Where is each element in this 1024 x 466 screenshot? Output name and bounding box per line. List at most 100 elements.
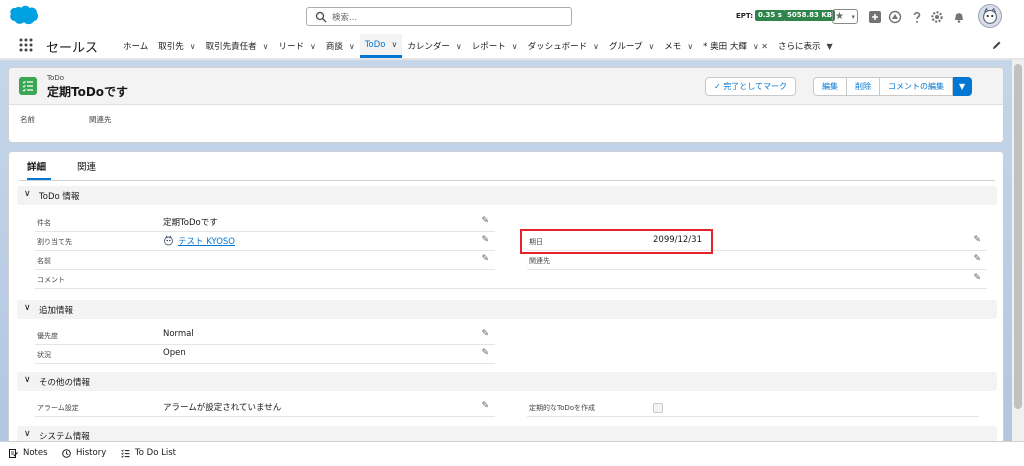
- field-comment: コメント ✎: [35, 270, 987, 289]
- notifications-bell-icon[interactable]: [952, 10, 966, 24]
- favorites-button[interactable]: ★ ▾: [832, 9, 858, 24]
- chevron-down-icon: ∨: [24, 375, 31, 385]
- chevron-down-icon[interactable]: ∨: [391, 40, 397, 49]
- chevron-down-icon[interactable]: ∨: [349, 42, 355, 51]
- nav-item-calendar[interactable]: カレンダー ∨: [402, 34, 466, 58]
- trailhead-icon[interactable]: [888, 10, 902, 24]
- chevron-down-icon[interactable]: ∨: [456, 42, 462, 51]
- help-icon[interactable]: [910, 10, 924, 24]
- nav-item-notes[interactable]: メモ ∨: [659, 34, 698, 58]
- scrollbar-thumb[interactable]: [1014, 64, 1022, 409]
- page-scrollbar[interactable]: [1012, 60, 1024, 441]
- chevron-down-icon: ∨: [24, 189, 31, 199]
- chevron-down-icon[interactable]: ∨: [512, 42, 518, 51]
- nav-item-label: 取引先: [158, 42, 184, 52]
- nav-item-label: ホーム: [123, 42, 149, 52]
- nav-item-label: さらに表示: [777, 42, 821, 52]
- pencil-edit-icon[interactable]: ✎: [481, 348, 489, 358]
- chevron-down-icon[interactable]: ∨: [310, 42, 316, 51]
- notes-icon: [9, 448, 18, 458]
- chevron-down-icon[interactable]: ∨: [648, 42, 654, 51]
- record-header: ToDo 定期ToDoです ✓ 完了としてマーク 編集 削除 コメントの編集 ▼…: [8, 67, 1004, 143]
- chevron-down-icon[interactable]: ∨: [263, 42, 269, 51]
- mark-complete-button[interactable]: ✓ 完了としてマーク: [705, 77, 797, 96]
- nav-item-label: レポート: [471, 42, 506, 52]
- chevron-down-icon[interactable]: ∨: [593, 42, 599, 51]
- ept-label: EPT:: [736, 12, 754, 20]
- edit-nav-pencil-icon[interactable]: [992, 40, 1002, 50]
- utility-bar: Notes History To Do List: [0, 441, 1024, 466]
- highlight-related-label: 関連先: [89, 115, 112, 124]
- nav-item-more[interactable]: さらに表示 ▼: [773, 34, 838, 58]
- app-navigation-bar: セールス ホーム 取引先 ∨ 取引先責任者 ∨ リード ∨ 商談 ∨ ToDo ∨ カレン…: [0, 34, 1024, 60]
- user-avatar[interactable]: [978, 4, 1002, 28]
- global-actions-icon[interactable]: [868, 10, 882, 24]
- chevron-down-icon[interactable]: ∨: [190, 42, 196, 51]
- pencil-edit-icon[interactable]: ✎: [481, 329, 489, 339]
- nav-item-user-tab[interactable]: * 奥田 大輝 ∨ ✕: [698, 34, 773, 58]
- pencil-edit-icon[interactable]: ✎: [973, 254, 981, 264]
- nav-item-label: * 奥田 大輝: [703, 42, 747, 52]
- tab-details[interactable]: 詳細: [27, 158, 51, 180]
- field-subject: 件名 定期ToDoです ✎: [35, 213, 495, 232]
- nav-item-leads[interactable]: リード ∨: [274, 34, 321, 58]
- global-search-input[interactable]: 検索...: [306, 7, 572, 26]
- nav-item-label: ToDo: [364, 39, 386, 50]
- more-actions-button[interactable]: ▼: [953, 77, 973, 96]
- edit-comment-button[interactable]: コメントの編集: [880, 77, 953, 96]
- ept-size-badge: 5058.83 KB: [784, 10, 836, 21]
- edit-button[interactable]: 編集: [813, 77, 847, 96]
- utility-history[interactable]: History: [62, 448, 106, 458]
- nav-item-groups[interactable]: グループ ∨: [604, 34, 659, 58]
- delete-button[interactable]: 削除: [847, 77, 880, 96]
- recurring-checkbox[interactable]: [653, 403, 663, 413]
- pencil-edit-icon[interactable]: ✎: [481, 216, 489, 226]
- pencil-edit-icon[interactable]: ✎: [973, 273, 981, 283]
- assigned-user: テスト KYOSO: [163, 235, 235, 247]
- field-value: Open: [163, 348, 186, 358]
- app-name: セールス: [46, 41, 99, 56]
- highlight-name-label: 名前: [20, 115, 35, 124]
- section-other-info[interactable]: ∨ その他の情報: [17, 372, 997, 391]
- field-alarm: アラーム設定 アラームが設定されていません ✎: [35, 398, 495, 417]
- utility-notes[interactable]: Notes: [9, 448, 48, 458]
- nav-item-opportunities[interactable]: 商談 ∨: [321, 34, 360, 58]
- more-dropdown-icon[interactable]: ▼: [826, 42, 832, 51]
- app-launcher-icon[interactable]: [19, 38, 33, 52]
- nav-item-label: メモ: [664, 42, 682, 52]
- search-icon: [315, 11, 327, 22]
- salesforce-logo-icon[interactable]: [9, 5, 39, 26]
- nav-item-dashboards[interactable]: ダッシュボード ∨: [523, 34, 604, 58]
- field-value: 2099/12/31: [653, 235, 702, 245]
- record-header-top: ToDo 定期ToDoです ✓ 完了としてマーク 編集 削除 コメントの編集 ▼: [9, 68, 1003, 105]
- nav-item-label: 商談: [325, 42, 343, 52]
- close-tab-icon[interactable]: ∨ ✕: [753, 42, 768, 51]
- chevron-down-icon: ∨: [24, 429, 31, 439]
- setup-gear-icon[interactable]: [930, 10, 944, 24]
- tab-related[interactable]: 関連: [77, 158, 96, 180]
- ept-time-badge: 0.35 s: [755, 10, 785, 21]
- field-recurring: 定期的なToDoを作成: [527, 398, 979, 417]
- star-icon: ★: [835, 11, 844, 22]
- pencil-edit-icon[interactable]: ✎: [973, 235, 981, 245]
- pencil-edit-icon[interactable]: ✎: [481, 254, 489, 264]
- section-todo-info[interactable]: ∨ ToDo 情報: [17, 186, 997, 205]
- nav-item-accounts[interactable]: 取引先 ∨: [153, 34, 200, 58]
- nav-item-label: リード: [278, 42, 305, 52]
- utility-todo-list-label: To Do List: [135, 448, 176, 458]
- assigned-user-link[interactable]: テスト KYOSO: [178, 237, 235, 247]
- pencil-edit-icon[interactable]: ✎: [481, 235, 489, 245]
- nav-item-contacts[interactable]: 取引先責任者 ∨: [201, 34, 274, 58]
- pencil-edit-icon[interactable]: ✎: [481, 401, 489, 411]
- chevron-down-icon[interactable]: ∨: [687, 42, 693, 51]
- nav-item-home[interactable]: ホーム: [118, 34, 153, 58]
- nav-item-todo[interactable]: ToDo ∨: [359, 34, 403, 58]
- nav-item-reports[interactable]: レポート ∨: [467, 34, 523, 58]
- section-additional-info[interactable]: ∨ 追加情報: [17, 300, 997, 319]
- object-type-label: ToDo: [47, 74, 65, 82]
- utility-todo-list[interactable]: To Do List: [121, 448, 176, 458]
- favorites-chevron-icon: ▾: [851, 12, 855, 21]
- search-placeholder: 検索...: [332, 12, 358, 23]
- mark-complete-group: ✓ 完了としてマーク: [705, 77, 797, 96]
- user-avatar-icon: [164, 235, 173, 246]
